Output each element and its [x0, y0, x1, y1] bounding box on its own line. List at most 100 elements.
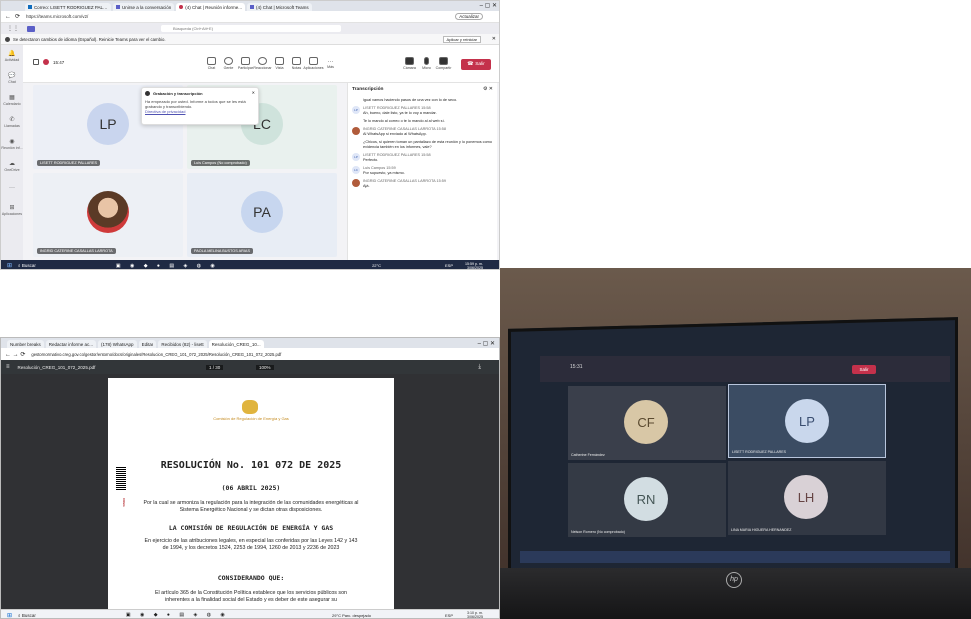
info-icon — [5, 36, 10, 42]
hp-logo: hp — [726, 572, 742, 588]
hand-icon — [241, 57, 250, 65]
taskbar-search[interactable]: ⌕ Buscar — [18, 263, 36, 268]
apps-icon: ⊞ — [9, 205, 15, 211]
resolution-summary: Por la cual se armoniza la regulación pa… — [143, 500, 359, 513]
meeting-timer: 15:31 — [570, 364, 583, 370]
resolution-date: (06 ABRIL 2025) — [221, 484, 281, 492]
taskbar-search[interactable]: ⌕ Buscar — [18, 613, 36, 618]
leave-button[interactable]: ☎ Salir — [461, 59, 491, 70]
video-tile[interactable]: CF Catherine Fernández — [568, 386, 726, 460]
apps-button[interactable]: Aplicaciones — [303, 57, 324, 70]
plus-icon — [309, 57, 318, 65]
avatar: LP — [352, 153, 360, 161]
rail-activity[interactable]: 🔔 Actividad — [1, 45, 23, 67]
browser-tab[interactable]: Editar — [138, 340, 157, 348]
camera-button[interactable]: Cámara — [401, 57, 418, 70]
laptop-taskbar — [520, 551, 950, 563]
mic-button[interactable]: Micro — [418, 57, 435, 70]
address-bar: ← ⟳ https://teams.microsoft.com/v2/ Actu… — [1, 11, 499, 23]
view-button[interactable]: Vista — [271, 57, 288, 70]
privacy-link[interactable]: Directiva de privacidad — [145, 109, 255, 114]
chat-button[interactable]: Chat — [203, 57, 220, 70]
video-tile[interactable]: RN Nelson Romero (No comprobado) — [568, 463, 726, 537]
meeting-timer: 15:47 — [53, 59, 65, 65]
avatar — [352, 179, 360, 187]
window-controls-icon[interactable]: – ▢ ✕ — [480, 2, 497, 9]
body-text: En ejercicio de las atribuciones legales… — [144, 538, 358, 551]
zoom-level[interactable]: 100% — [256, 364, 274, 370]
rail-chat[interactable]: 💬 Chat — [1, 67, 23, 89]
pdf-browser-window: Number breaks Redactar informe ac... (17… — [0, 337, 500, 619]
profile-photo — [87, 191, 129, 233]
window-controls-icon[interactable]: – ▢ ✕ — [478, 340, 495, 347]
seal-icon — [242, 400, 258, 414]
pdf-page: Comisión de Regulación de Energía y Gas … — [108, 378, 394, 613]
rail-apps[interactable]: ⊞ Aplicaciones — [1, 199, 23, 221]
download-icon[interactable]: ⤓ — [478, 364, 481, 371]
teams-icon — [249, 5, 254, 9]
close-icon[interactable]: ⚙ ✕ — [483, 86, 493, 92]
pdf-filename: Resolución_CREG_101_072_2025.pdf — [17, 364, 96, 370]
more-button[interactable]: ··· Más — [322, 59, 339, 69]
taskbar-apps-icon: ▣ ◉ ◆ ● ▤ ◈ ◍ ◉ — [115, 262, 219, 269]
video-tile[interactable]: PA PAOLA MELINA BUSTOS ARIAS — [187, 173, 337, 257]
react-button[interactable]: Reaccionar — [253, 57, 272, 70]
close-icon[interactable]: ✕ — [492, 36, 496, 42]
close-icon[interactable]: ✕ — [252, 90, 255, 95]
transcript-entry: LP LISETT RODRIGUEZ PALLARES 15:58 Perfect… — [352, 153, 493, 163]
considerando-heading: CONSIDERANDO QUE: — [217, 574, 285, 582]
rail-more[interactable]: ··· — [1, 177, 23, 199]
rail-calendar[interactable]: ▦ Calendario — [1, 89, 23, 111]
browser-tab[interactable]: (4) Chat | Microsoft Teams — [246, 3, 312, 11]
windows-start-icon[interactable]: ⊞ — [7, 612, 12, 619]
browser-tab-active[interactable]: Resolución_CREG_10... — [208, 340, 264, 348]
browser-tab[interactable]: Recibidos (82) - lisett — [158, 340, 207, 348]
browser-tab[interactable]: Unirse a la conversación — [113, 3, 175, 11]
clock: 15:59 p. m. 3/06/2025 — [465, 261, 483, 270]
update-button[interactable]: Actualizar — [455, 13, 483, 20]
rail-onedrive[interactable]: ☁ OneDrive — [1, 155, 23, 177]
transcript-entry: LC Luis Campos 15:59 Por supuesto, ya mism… — [352, 166, 493, 176]
rail-calls[interactable]: ✆ Llamadas — [1, 111, 23, 133]
teams-header: ⋮⋮ Búsqueda (Ctrl+Alt+E) — [1, 23, 499, 34]
teams-search-input[interactable]: Búsqueda (Ctrl+Alt+E) — [161, 25, 341, 32]
emoji-icon — [258, 57, 267, 65]
more-icon: ··· — [9, 185, 15, 191]
raise-hand-button[interactable]: Participar — [237, 57, 254, 70]
browser-tab[interactable]: (178) WhatsApp — [98, 340, 137, 348]
page-indicator[interactable]: 1 / 30 — [206, 364, 224, 370]
bell-icon: 🔔 — [8, 51, 16, 57]
record-icon — [179, 5, 184, 9]
url-field[interactable]: https://teams.microsoft.com/v2/ — [26, 14, 88, 19]
teams-logo-icon — [27, 25, 35, 32]
avatar: LP — [352, 106, 360, 114]
transcript-entry: LP LISETT RODRIGUEZ PALLARES 15:58 Ah, bue… — [352, 106, 493, 116]
apply-restart-button[interactable]: Aplicar y reiniciar — [442, 35, 481, 43]
browser-tab[interactable]: Number breaks — [7, 340, 44, 348]
windows-taskbar: ⊞ ⌕ Buscar ▣ ◉ ◆ ● ▤ ◈ ◍ ◉ 29°C Parc. de… — [1, 609, 499, 619]
people-button[interactable]: Gente — [220, 57, 237, 70]
avatar: CF — [624, 400, 668, 444]
browser-tab[interactable]: Correo: LISETT RODRIGUEZ PALL... — [25, 3, 111, 11]
browser-tab-bar: Correo: LISETT RODRIGUEZ PALL... Unirse … — [1, 1, 499, 11]
reload-icon[interactable]: ⟳ — [15, 13, 20, 20]
apps-grid-icon[interactable]: ⋮⋮ — [7, 25, 19, 32]
share-button[interactable]: Compartir — [435, 57, 452, 70]
leave-button[interactable]: Salir — [852, 365, 876, 374]
back-icon[interactable]: ← — [5, 14, 11, 20]
windows-start-icon[interactable]: ⊞ — [7, 262, 12, 269]
video-tile[interactable]: LH LINA MARIA HIGUERA HERNANDEZ — [728, 461, 886, 535]
chat-icon: 💬 — [8, 73, 16, 79]
avatar — [352, 127, 360, 135]
weather-text: 22°C — [372, 263, 381, 268]
participant-name: Luis Campos (No comprobado) — [191, 160, 250, 166]
rail-meeting[interactable]: ◉ Reunión inf... — [1, 133, 23, 155]
browser-tab-active[interactable]: (4) Chat | Reunión informe... — [176, 3, 245, 11]
participant-name: LISETT RODRIGUEZ PALLARES — [37, 160, 101, 166]
video-tile[interactable]: LP LISETT RODRIGUEZ PALLARES — [728, 384, 886, 458]
menu-icon[interactable]: ≡ — [6, 364, 10, 370]
browser-tab[interactable]: Redactar informe ac... — [45, 340, 97, 348]
back-icon[interactable]: ← → ⟳ — [5, 351, 25, 358]
video-tile[interactable]: INGRID CATERINE CASALLAS LARROTA — [33, 173, 183, 257]
url-field[interactable]: gestornormativo.creg.gov.co/gestor/entor… — [31, 352, 281, 357]
